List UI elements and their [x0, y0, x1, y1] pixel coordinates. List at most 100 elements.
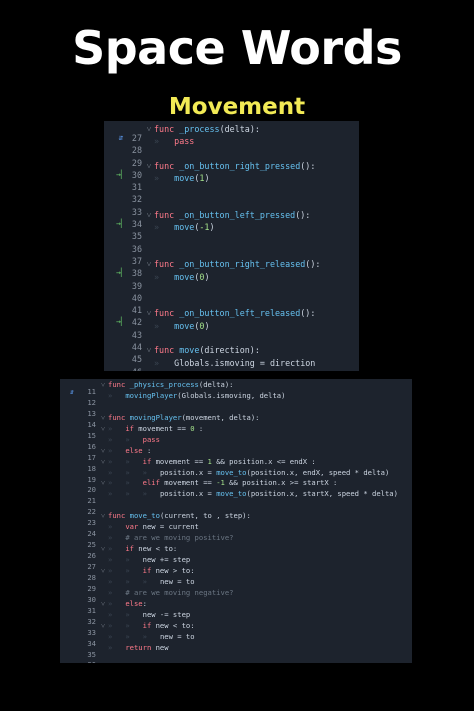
fold-chevron-icon[interactable]: ˅ — [98, 511, 108, 522]
fold-chevron-icon[interactable]: ˅ — [144, 307, 154, 319]
code-line: 29 — [104, 148, 359, 168]
code-line: 28 ˅» » if new > to: — [60, 566, 412, 582]
fold-chevron-icon[interactable]: ˅ — [144, 344, 154, 356]
code-text[interactable]: » pass — [154, 136, 194, 146]
code-token: func — [154, 210, 180, 221]
code-text[interactable]: » » if new > to: — [108, 566, 195, 575]
fold-chevron-icon[interactable]: ˅ — [98, 566, 108, 577]
code-text[interactable]: » » elif movement == -1 && position.x >=… — [108, 478, 337, 487]
code-token: : — [142, 445, 152, 455]
indent-marker-icon: » — [142, 576, 160, 586]
indent-marker-icon: » — [125, 565, 143, 575]
code-text[interactable]: func movingPlayer(movement, delta): — [108, 413, 259, 422]
code-text[interactable]: func _physics_process(delta): — [108, 380, 234, 389]
section-subtitle: Movement — [168, 94, 306, 120]
code-line: 31 ˅» else: — [60, 599, 412, 615]
code-token: (position.x, startX, speed * delta) — [246, 489, 398, 499]
code-token: _on_button_right_pressed — [179, 160, 301, 171]
code-text[interactable]: » if new < to: — [108, 544, 177, 553]
code-line: 17 ˅» else : — [60, 446, 412, 462]
code-text[interactable]: » else : — [108, 446, 151, 455]
fold-chevron-icon[interactable]: ˅ — [144, 258, 154, 270]
code-token: move — [174, 320, 195, 331]
indent-marker-icon: » — [154, 271, 175, 282]
code-line: 21» » » position.x = move_to(position.x,… — [60, 489, 412, 505]
indent-marker-icon: » — [154, 320, 175, 331]
code-text[interactable]: » if movement == 0 : — [108, 424, 203, 433]
code-line: 36 — [104, 234, 359, 254]
fold-chevron-icon[interactable]: ˅ — [98, 413, 108, 424]
code-text[interactable]: func _on_button_right_pressed(): — [154, 161, 315, 171]
code-text[interactable]: func move_to(current, to , step): — [108, 511, 251, 520]
fold-chevron-icon[interactable]: ˅ — [144, 160, 154, 172]
code-text[interactable]: » # are we moving positive? — [108, 533, 234, 542]
fold-chevron-icon[interactable]: ˅ — [98, 478, 108, 489]
fold-chevron-icon[interactable]: ˅ — [98, 621, 108, 632]
code-text[interactable]: » var new = current — [108, 522, 199, 531]
code-token: (direction): — [199, 345, 260, 356]
code-line: 43» move(0) — [104, 320, 359, 340]
code-text[interactable]: » » if new < to: — [108, 621, 195, 630]
code-token: (current, to , step): — [159, 511, 251, 521]
code-token: if — [142, 456, 156, 466]
code-text[interactable]: » » pass — [108, 435, 160, 444]
indent-marker-icon: » — [154, 357, 175, 368]
code-text[interactable]: » move(1) — [154, 173, 209, 183]
code-text[interactable]: » move(-1) — [154, 222, 215, 232]
code-text[interactable]: » else: — [108, 599, 147, 608]
fold-chevron-icon[interactable]: ˅ — [98, 446, 108, 457]
code-line: 25» # are we moving positive? — [60, 533, 412, 549]
code-token: ) — [204, 320, 210, 331]
code-text[interactable]: func _on_button_left_released(): — [154, 308, 315, 318]
code-text[interactable]: func _process(delta): — [154, 124, 260, 134]
indent-marker-icon: » — [125, 609, 143, 619]
code-text[interactable]: » movingPlayer(Globals.ismoving, delta) — [108, 391, 285, 400]
code-token: ) — [204, 173, 210, 184]
code-text[interactable]: » » new += step — [108, 555, 190, 564]
code-line: 40 — [104, 283, 359, 303]
code-token: position.x = — [159, 489, 217, 499]
code-line: 36 — [60, 653, 412, 663]
indent-marker-icon: » — [125, 434, 143, 444]
code-token: _physics_process — [129, 380, 199, 389]
code-text[interactable]: » » » new = to — [108, 632, 195, 641]
code-line: 33 — [104, 197, 359, 217]
code-token: if — [142, 565, 156, 575]
code-text[interactable]: » » » position.x = move_to(position.x, s… — [108, 489, 398, 498]
fold-chevron-icon[interactable]: ˅ — [144, 123, 154, 135]
indent-marker-icon: » — [108, 434, 126, 444]
code-token: elif — [142, 478, 165, 488]
code-text[interactable]: » move(0) — [154, 272, 209, 282]
indent-marker-icon: » — [125, 467, 143, 477]
fold-chevron-icon[interactable]: ˅ — [98, 599, 108, 610]
code-text[interactable]: » » » position.x = move_to(position.x, e… — [108, 468, 389, 477]
code-text[interactable]: func _on_button_right_released(): — [154, 259, 320, 269]
code-text[interactable]: » » new -= step — [108, 610, 190, 619]
line-number: 46 — [132, 366, 142, 371]
fold-chevron-icon[interactable]: ˅ — [98, 544, 108, 555]
code-token: else — [125, 598, 143, 608]
code-text[interactable]: » move(0) — [154, 321, 209, 331]
fold-chevron-icon[interactable]: ˅ — [144, 209, 154, 221]
fold-chevron-icon[interactable]: ˅ — [98, 380, 108, 391]
code-text[interactable]: » Globals.ismoving = direction — [154, 358, 315, 368]
code-text[interactable]: » » if movement == 1 && position.x <= en… — [108, 457, 316, 466]
fold-chevron-icon[interactable]: ˅ — [98, 457, 108, 468]
code-token: (delta): — [198, 380, 234, 389]
code-line: →▏ 42 ˅ func _on_button_left_released(): — [104, 307, 359, 327]
code-token: && position.x >= startX : — [224, 478, 338, 488]
code-token: new < to: — [155, 620, 195, 630]
code-token: # are we moving negative? — [125, 587, 234, 597]
code-line: 13 — [60, 402, 412, 418]
indent-marker-icon: » — [108, 533, 126, 543]
code-text[interactable]: func move(direction): — [154, 345, 260, 355]
code-text[interactable]: func _on_button_left_pressed(): — [154, 210, 310, 220]
code-text[interactable]: » return new — [108, 643, 169, 652]
indent-marker-icon: » — [108, 478, 126, 488]
fold-chevron-icon[interactable]: ˅ — [98, 424, 108, 435]
code-line: 16» » pass — [60, 435, 412, 451]
code-text[interactable]: » » » new = to — [108, 577, 195, 586]
code-token: new -= step — [142, 609, 191, 619]
code-token: move — [174, 173, 195, 184]
code-text[interactable]: » # are we moving negative? — [108, 588, 234, 597]
